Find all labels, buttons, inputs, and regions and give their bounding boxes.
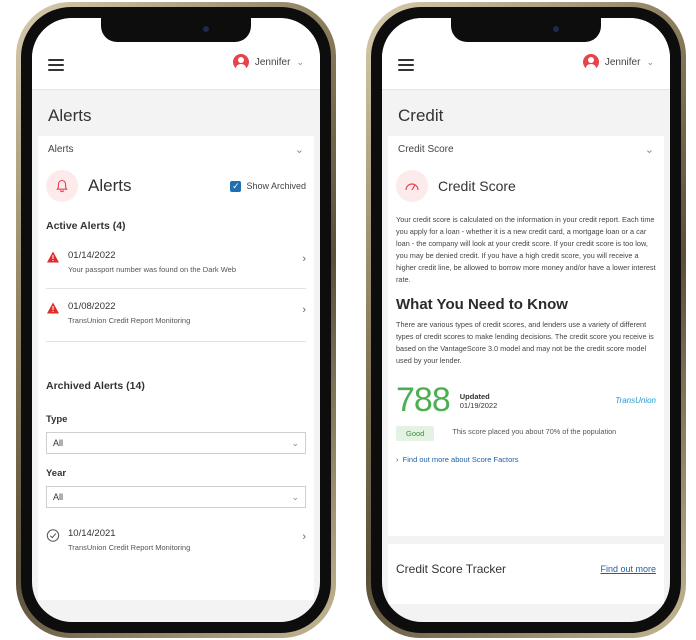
chevron-right-icon: ›	[302, 531, 306, 543]
chevron-down-icon: ⌄	[294, 143, 304, 156]
chevron-down-icon: ⌄	[296, 56, 304, 67]
divider	[46, 288, 306, 289]
credit-screen: Jennifer ⌄ Credit Credit Score ⌄ Credit …	[382, 18, 670, 622]
type-select-value: All	[53, 438, 64, 448]
alerts-card: Alerts ✓ Show Archived Active Alerts (4)…	[38, 160, 314, 600]
alerts-screen: Jennifer ⌄ Alerts Alerts ⌄ Alerts ✓ Show…	[32, 18, 320, 622]
alert-description: TransUnion Credit Report Monitoring	[68, 543, 191, 552]
type-select[interactable]: All ⌄	[46, 432, 306, 454]
alert-description: Your passport number was found on the Da…	[68, 265, 237, 274]
type-label: Type	[46, 414, 68, 425]
archived-alerts-title: Archived Alerts (14)	[46, 380, 145, 392]
warning-icon	[47, 251, 59, 263]
score-factors-link[interactable]: › Find out more about Score Factors	[388, 455, 664, 464]
avatar-icon	[582, 54, 599, 70]
user-menu[interactable]: Jennifer ⌄	[582, 54, 654, 70]
phone-frame-credit: Jennifer ⌄ Credit Credit Score ⌄ Credit …	[366, 2, 686, 638]
page-title: Credit	[398, 106, 444, 125]
chevron-down-icon: ⌄	[291, 491, 299, 502]
user-name: Jennifer	[604, 56, 641, 68]
menu-icon[interactable]	[398, 59, 414, 71]
avatar-icon	[232, 54, 249, 70]
page-title: Alerts	[48, 106, 92, 125]
alert-date: 10/14/2021	[68, 528, 116, 539]
phone-notch	[101, 18, 251, 42]
year-select-value: All	[53, 492, 64, 502]
chevron-down-icon: ⌄	[644, 143, 654, 156]
rating-badge: Good	[396, 426, 435, 441]
check-circle-icon	[46, 529, 60, 542]
phone-frame-alerts: Jennifer ⌄ Alerts Alerts ⌄ Alerts ✓ Show…	[16, 2, 336, 638]
score-factors-link-text: Find out more about Score Factors	[402, 455, 519, 464]
bell-icon	[46, 170, 78, 202]
chevron-right-icon: ›	[396, 455, 403, 464]
updated-info: Updated 01/19/2022	[460, 392, 498, 410]
gauge-icon	[396, 170, 428, 202]
section-dropdown-value: Alerts	[48, 143, 74, 155]
chevron-down-icon: ⌄	[291, 437, 299, 448]
user-menu[interactable]: Jennifer ⌄	[232, 54, 304, 70]
updated-date: 01/19/2022	[459, 400, 498, 410]
credit-intro-text: Your credit score is calculated on the i…	[396, 215, 656, 284]
section-dropdown[interactable]: Credit Score ⌄	[388, 136, 664, 162]
active-alert-row[interactable]: 01/14/2022 Your passport number was foun…	[38, 250, 314, 274]
year-label: Year	[46, 468, 67, 479]
active-alerts-title: Active Alerts (4)	[46, 220, 126, 232]
tracker-link[interactable]: Find out more	[600, 564, 656, 574]
know-title: What You Need to Know	[396, 296, 568, 313]
show-archived-label: Show Archived	[246, 181, 306, 191]
year-select[interactable]: All ⌄	[46, 486, 306, 508]
alerts-card-title: Alerts	[88, 176, 132, 195]
tracker-title: Credit Score Tracker	[396, 562, 507, 576]
section-dropdown[interactable]: Alerts ⌄	[38, 136, 314, 162]
user-name: Jennifer	[254, 56, 291, 68]
warning-icon	[47, 302, 59, 314]
chevron-right-icon: ›	[302, 253, 306, 265]
menu-icon[interactable]	[48, 59, 64, 71]
credit-tracker-card: Credit Score Tracker Find out more	[388, 544, 664, 604]
transunion-logo: TransUnion	[615, 396, 656, 405]
updated-label: Updated	[459, 391, 490, 401]
rating-text: This score placed you about 70% of the p…	[452, 427, 617, 436]
divider	[46, 341, 306, 342]
chevron-down-icon: ⌄	[646, 56, 654, 67]
phone-notch	[451, 18, 601, 42]
active-alert-row[interactable]: 01/08/2022 TransUnion Credit Report Moni…	[38, 301, 314, 325]
archived-alert-row[interactable]: 10/14/2021 TransUnion Credit Report Moni…	[38, 528, 314, 552]
know-text: There are various types of credit scores…	[396, 320, 654, 365]
chevron-right-icon: ›	[302, 304, 306, 316]
credit-score-value: 788	[396, 381, 451, 419]
credit-card-title: Credit Score	[438, 178, 516, 194]
alert-date: 01/08/2022	[68, 301, 116, 312]
credit-score-card: Credit Score Your credit score is calcul…	[388, 160, 664, 536]
alert-date: 01/14/2022	[68, 250, 116, 261]
alert-description: TransUnion Credit Report Monitoring	[68, 316, 191, 325]
checkbox-icon[interactable]: ✓	[230, 180, 242, 192]
section-dropdown-value: Credit Score	[398, 143, 454, 155]
show-archived-toggle[interactable]: ✓ Show Archived	[230, 180, 306, 192]
